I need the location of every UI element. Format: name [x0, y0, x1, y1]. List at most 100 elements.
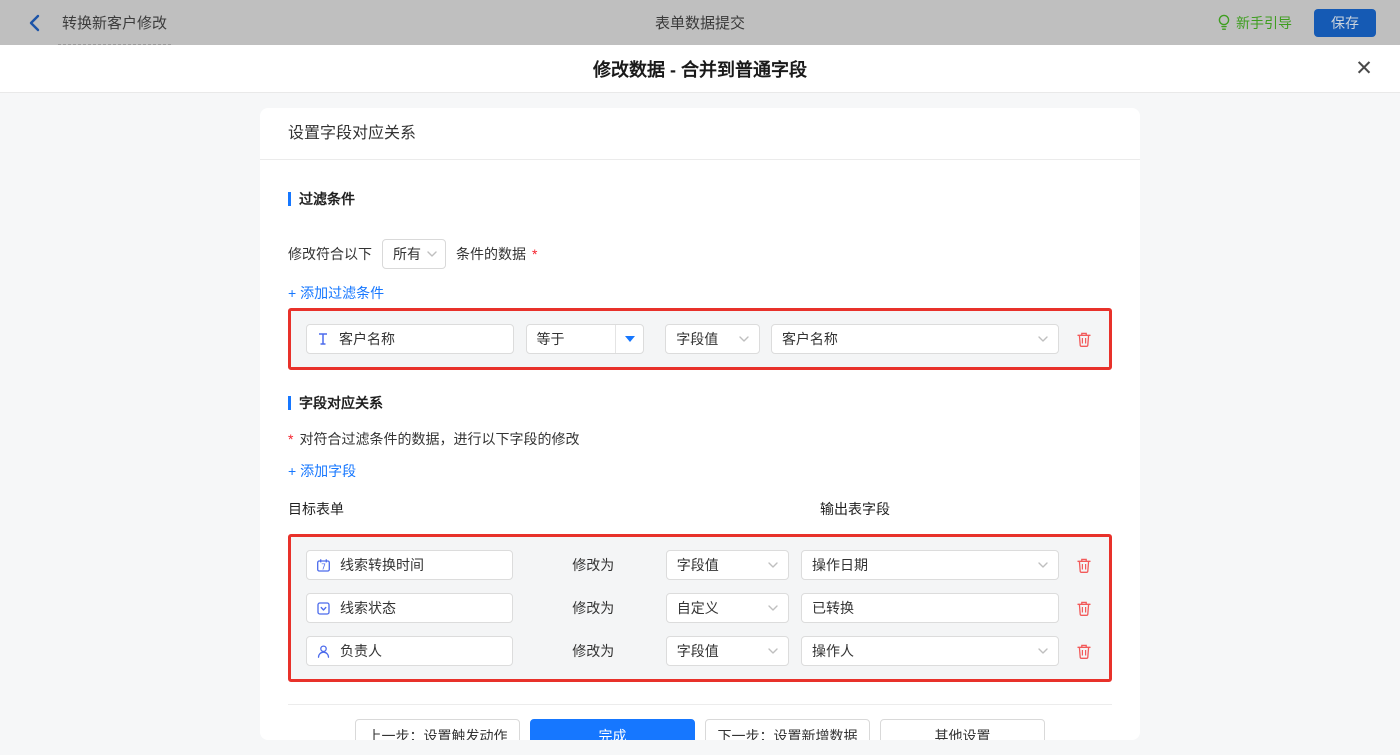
modify-to-label: 修改为: [572, 600, 615, 616]
chevron-left-icon: [28, 14, 42, 32]
output-field-select[interactable]: 操作日期: [801, 550, 1059, 580]
output-field-select[interactable]: 操作人: [801, 636, 1059, 666]
dropdown-field-icon: [316, 601, 331, 616]
chevron-down-icon: [768, 605, 778, 611]
value-type-value: 字段值: [676, 331, 719, 347]
text-field-icon: [316, 332, 330, 346]
caret-down-icon: [624, 336, 635, 342]
filter-value-select[interactable]: 客户名称: [770, 324, 1059, 354]
svg-text:7: 7: [321, 562, 326, 571]
mapping-note: * 对符合过滤条件的数据，进行以下字段的修改: [288, 429, 1112, 449]
section-marker: [288, 396, 291, 410]
mapping-row: 负责人 修改为 字段值 操作人: [306, 636, 1094, 666]
page-title: 表单数据提交: [654, 15, 746, 32]
condition-row: 修改符合以下 所有 条件的数据 *: [288, 239, 1112, 269]
trash-icon: [1077, 644, 1092, 659]
filter-condition-row: 客户名称 等于 字段值 客户名称: [306, 324, 1094, 354]
operator-value: 等于: [536, 331, 565, 347]
condition-suffix: 条件的数据: [456, 246, 526, 262]
modify-to-label: 修改为: [572, 643, 615, 659]
chevron-down-icon: [1038, 562, 1048, 568]
document-title[interactable]: 转换新客户修改: [58, 0, 172, 45]
custom-value: 已转换: [812, 600, 855, 616]
value-type-select[interactable]: 字段值: [665, 550, 790, 580]
mapping-row: 线索状态 修改为 自定义 已转换: [306, 593, 1094, 623]
close-icon[interactable]: ✕: [1350, 55, 1378, 83]
mapping-row: 7 线索转换时间 修改为 字段值 操作日期: [306, 550, 1094, 580]
modify-to-label: 修改为: [572, 557, 615, 573]
modal-title: 修改数据 - 合并到普通字段: [593, 59, 807, 80]
calendar-icon: 7: [316, 558, 331, 573]
mapping-column-headers: 目标表单 输出表字段: [288, 499, 1112, 519]
mapping-note-text: 对符合过滤条件的数据，进行以下字段的修改: [299, 431, 580, 447]
column-output-field: 输出表字段: [820, 501, 890, 517]
chevron-down-icon: [1038, 648, 1048, 654]
condition-match-select[interactable]: 所有: [382, 239, 446, 269]
target-field-input[interactable]: 负责人: [306, 636, 514, 666]
modal-header: 修改数据 - 合并到普通字段 ✕: [0, 45, 1400, 93]
beginner-guide-link[interactable]: 新手引导: [1217, 13, 1292, 33]
target-field-input[interactable]: 线索状态: [306, 593, 514, 623]
custom-value-input[interactable]: 已转换: [801, 593, 1059, 623]
filter-field-value: 客户名称: [339, 331, 395, 347]
trash-icon: [1077, 558, 1092, 573]
condition-match-value: 所有: [393, 246, 421, 262]
delete-condition-button[interactable]: [1075, 329, 1094, 349]
delete-mapping-button[interactable]: [1075, 641, 1094, 661]
chevron-down-icon: [768, 648, 778, 654]
person-icon: [316, 644, 331, 659]
filter-section-title: 过滤条件: [288, 189, 1112, 209]
mapping-section-label: 字段对应关系: [299, 395, 383, 411]
mapping-section-title: 字段对应关系: [288, 393, 1112, 413]
add-filter-condition-link[interactable]: + 添加过滤条件: [288, 283, 384, 303]
operator-caret-zone[interactable]: [615, 325, 643, 353]
next-step-button[interactable]: 下一步：设置新增数据: [705, 719, 870, 740]
field-mapping-highlight-box: 7 线索转换时间 修改为 字段值 操作日期 线索状态 修改为 自定义 已转换 负…: [288, 534, 1112, 682]
column-target-form: 目标表单: [288, 501, 344, 517]
chevron-down-icon: [768, 562, 778, 568]
filter-field-input[interactable]: 客户名称: [306, 324, 514, 354]
filter-section-label: 过滤条件: [299, 191, 355, 207]
save-button[interactable]: 保存: [1314, 8, 1376, 37]
back-button[interactable]: [28, 14, 42, 32]
add-field-link[interactable]: + 添加字段: [288, 461, 356, 481]
value-type-value: 字段值: [676, 643, 719, 659]
chevron-down-icon: [739, 336, 749, 342]
delete-mapping-button[interactable]: [1075, 598, 1094, 618]
required-mark: *: [532, 246, 538, 262]
panel-body: 过滤条件 修改符合以下 所有 条件的数据 * + 添加过滤条件 客户名称 等于 …: [260, 189, 1140, 740]
filter-value: 客户名称: [781, 331, 838, 347]
target-field-input[interactable]: 7 线索转换时间: [306, 550, 514, 580]
previous-step-button[interactable]: 上一步：设置触发动作: [355, 719, 520, 740]
other-settings-button[interactable]: 其他设置: [880, 719, 1045, 740]
modal-content: 设置字段对应关系 过滤条件 修改符合以下 所有 条件的数据 * + 添加过滤条件: [0, 108, 1400, 755]
operator-select[interactable]: 等于: [525, 324, 645, 354]
beginner-guide-label: 新手引导: [1236, 14, 1292, 31]
condition-prefix: 修改符合以下: [288, 246, 372, 262]
top-bar: 转换新客户修改 表单数据提交 新手引导 保存: [0, 0, 1400, 45]
delete-mapping-button[interactable]: [1075, 555, 1094, 575]
filter-conditions-highlight-box: 客户名称 等于 字段值 客户名称: [288, 308, 1112, 370]
panel-title: 设置字段对应关系: [260, 108, 1140, 160]
trash-icon: [1077, 332, 1092, 347]
required-mark: *: [288, 431, 294, 447]
done-button[interactable]: 完成: [530, 719, 695, 740]
target-field-value: 线索状态: [340, 600, 396, 616]
value-type-select[interactable]: 字段值: [665, 324, 760, 354]
topbar-actions: 新手引导 保存: [1217, 8, 1376, 37]
value-type-value: 字段值: [676, 557, 719, 573]
value-type-select[interactable]: 字段值: [665, 636, 790, 666]
output-field-value: 操作日期: [812, 557, 869, 573]
chevron-down-icon: [1038, 336, 1048, 342]
value-type-value: 自定义: [676, 600, 719, 616]
trash-icon: [1077, 601, 1092, 616]
value-type-select[interactable]: 自定义: [665, 593, 790, 623]
target-field-value: 线索转换时间: [340, 557, 424, 573]
settings-panel: 设置字段对应关系 过滤条件 修改符合以下 所有 条件的数据 * + 添加过滤条件: [260, 108, 1140, 740]
chevron-down-icon: [427, 251, 437, 257]
lightbulb-icon: [1217, 14, 1231, 31]
section-marker: [288, 192, 291, 206]
panel-footer: 上一步：设置触发动作 完成 下一步：设置新增数据 其他设置: [288, 704, 1112, 740]
target-field-value: 负责人: [340, 643, 382, 659]
output-field-value: 操作人: [812, 643, 855, 659]
